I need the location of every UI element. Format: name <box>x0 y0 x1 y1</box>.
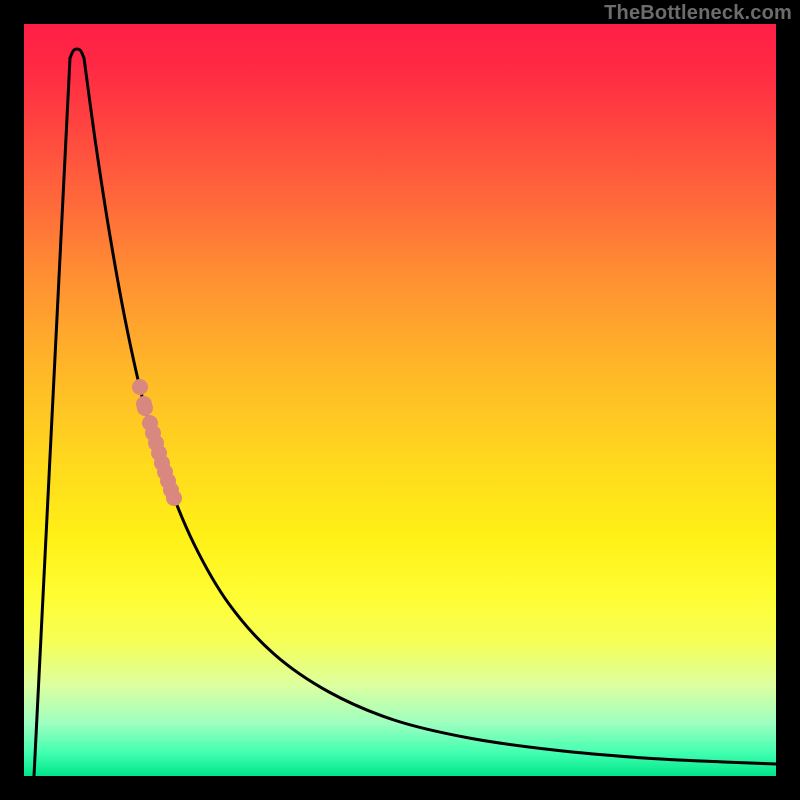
overlay-dot <box>137 400 153 416</box>
watermark-text: TheBottleneck.com <box>604 2 792 25</box>
series-left-branch <box>34 58 70 776</box>
series-right-branch <box>84 58 776 764</box>
plot-area <box>24 24 776 776</box>
chart-frame: TheBottleneck.com <box>0 0 800 800</box>
curve-layer <box>24 24 776 776</box>
overlay-dot <box>132 379 148 395</box>
overlay-dot <box>166 490 182 506</box>
series-valley-floor <box>70 49 84 58</box>
overlay-dots-group <box>132 379 182 506</box>
